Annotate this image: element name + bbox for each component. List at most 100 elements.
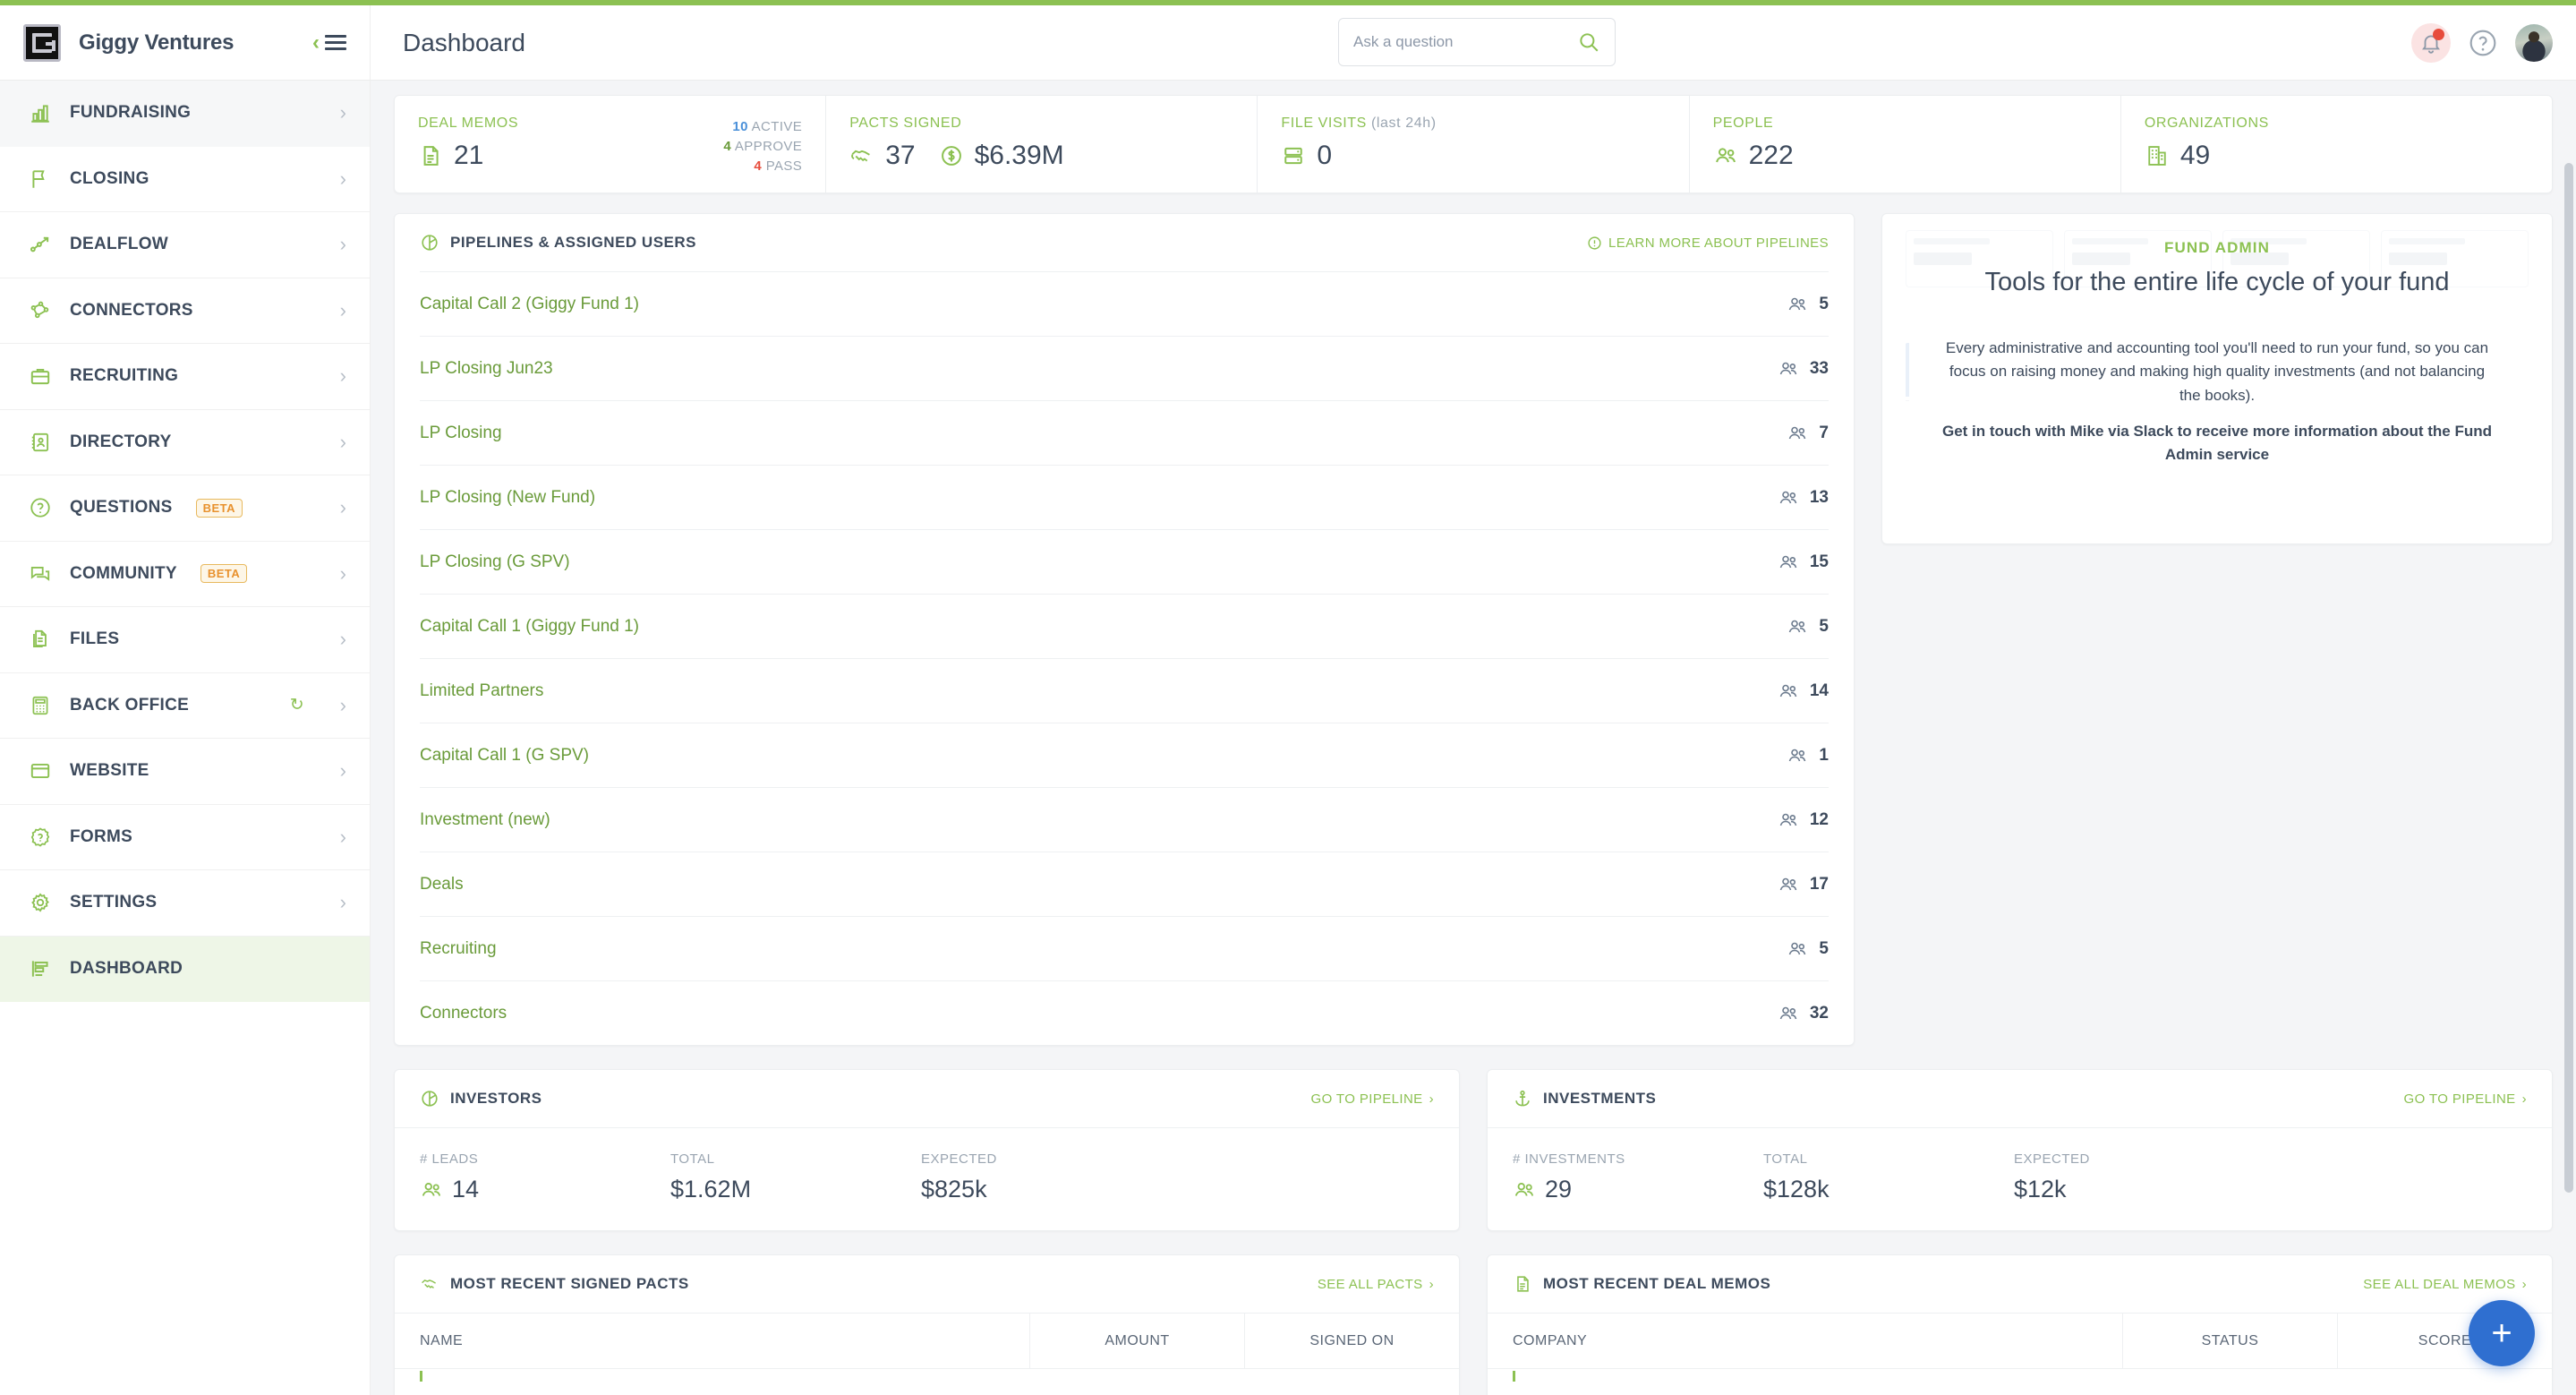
pipeline-name[interactable]: Capital Call 1 (Giggy Fund 1) <box>420 617 639 637</box>
pipeline-row[interactable]: Connectors 32 <box>420 980 1829 1045</box>
pipeline-name[interactable]: LP Closing Jun23 <box>420 359 553 379</box>
promo-paragraph: Every administrative and accounting tool… <box>1945 339 2489 404</box>
sidebar-item-connectors[interactable]: CONNECTORS › <box>0 278 370 344</box>
sidebar-item-settings[interactable]: SETTINGS › <box>0 870 370 937</box>
pipeline-row[interactable]: LP Closing (G SPV) 15 <box>420 529 1829 594</box>
chevron-right-icon: › <box>2521 1276 2527 1292</box>
metric-value: $128k <box>1763 1176 1830 1202</box>
people-icon <box>1789 620 1806 632</box>
network-icon <box>27 297 54 324</box>
investments-go-to-pipeline-link[interactable]: GO TO PIPELINE › <box>2404 1091 2528 1107</box>
metric-value: $825k <box>921 1176 987 1202</box>
promo-heading: Tools for the entire life cycle of your … <box>1984 268 2450 296</box>
pipeline-name[interactable]: Capital Call 2 (Giggy Fund 1) <box>420 295 639 314</box>
sidebar-item-dealflow[interactable]: DEALFLOW › <box>0 212 370 278</box>
fund-admin-promo-card: FUND ADMIN Tools for the entire life cyc… <box>1881 213 2553 544</box>
stat-value: 37 <box>885 141 916 170</box>
form-badge-icon <box>27 824 54 851</box>
search-box[interactable] <box>1338 18 1616 66</box>
sidebar-collapse-button[interactable]: ‹ <box>312 31 346 54</box>
page-scrollbar[interactable] <box>2562 161 2576 1395</box>
stat-value: 222 <box>1748 141 1794 170</box>
dashboard-page: Giggy Ventures ‹ Dashboard Ask a questio… <box>0 0 2576 1395</box>
sidebar-item-files[interactable]: FILES › <box>0 607 370 673</box>
pipeline-count-value: 7 <box>1819 423 1829 442</box>
metric-value: $1.62M <box>670 1176 752 1202</box>
promo-text-panel: Every administrative and accounting tool… <box>1909 313 2525 496</box>
stat-deal-memos: DEAL MEMOS 21 10 ACTIVE 4 APPROVE 4 PASS <box>395 96 825 193</box>
learn-more-pipelines-link[interactable]: LEARN MORE ABOUT PIPELINES <box>1587 235 1829 251</box>
pipeline-user-count: 1 <box>1787 745 1829 766</box>
pipeline-row[interactable]: LP Closing (New Fund) 13 <box>420 465 1829 529</box>
people-icon <box>1789 749 1806 761</box>
question-circle-icon[interactable] <box>2469 29 2497 57</box>
sync-icon[interactable]: ↻ <box>290 695 304 715</box>
stat-file-visits: FILE VISITS (last 24h) 0 <box>1257 96 1688 193</box>
pipeline-count-value: 15 <box>1809 552 1829 571</box>
pipeline-name[interactable]: Deals <box>420 875 464 894</box>
deal-memos-approve-label: APPROVE <box>734 138 803 154</box>
brand-name: Giggy Ventures <box>79 30 235 55</box>
sidebar-item-closing[interactable]: CLOSING › <box>0 147 370 212</box>
sidebar-item-forms[interactable]: FORMS › <box>0 805 370 870</box>
avatar[interactable] <box>2515 24 2553 62</box>
pipeline-name[interactable]: LP Closing (G SPV) <box>420 552 570 572</box>
column-header: SIGNED ON <box>1244 1314 1459 1368</box>
sidebar-item-dashboard[interactable]: DASHBOARD <box>0 936 370 1002</box>
investors-go-to-pipeline-link[interactable]: GO TO PIPELINE › <box>1311 1091 1435 1107</box>
add-button[interactable]: + <box>2469 1300 2535 1366</box>
question-circle-icon <box>27 494 54 521</box>
pipeline-row[interactable]: Deals 17 <box>420 852 1829 916</box>
investments-metric-expected: EXPECTED $12k <box>2014 1151 2265 1203</box>
recent-memos-table-header: COMPANY STATUS SCORE <box>1488 1313 2552 1368</box>
people-icon <box>1514 1182 1534 1196</box>
sidebar-item-recruiting[interactable]: RECRUITING › <box>0 344 370 410</box>
sidebar-item-website[interactable]: WEBSITE › <box>0 739 370 805</box>
pipeline-name[interactable]: LP Closing (New Fund) <box>420 488 595 508</box>
scrollbar-thumb[interactable] <box>2564 163 2573 1193</box>
stat-organizations: ORGANIZATIONS 49 <box>2120 96 2552 193</box>
pipeline-row[interactable]: Capital Call 2 (Giggy Fund 1) 5 <box>420 271 1829 336</box>
deal-memos-active-count: 10 <box>732 119 748 134</box>
pipeline-row[interactable]: LP Closing 7 <box>420 400 1829 465</box>
pipeline-user-count: 32 <box>1778 1003 1829 1024</box>
sidebar-item-label: DEALFLOW <box>70 235 169 254</box>
pipeline-row[interactable]: Recruiting 5 <box>420 916 1829 980</box>
sidebar-item-back-office[interactable]: BACK OFFICE ↻ › <box>0 673 370 739</box>
deal-memos-pass-label: PASS <box>765 158 803 174</box>
deal-memos-approve-count: 4 <box>723 138 732 154</box>
pipeline-name[interactable]: Limited Partners <box>420 681 543 701</box>
dollar-circle-icon <box>941 146 961 166</box>
pipeline-name[interactable]: Capital Call 1 (G SPV) <box>420 746 589 766</box>
pipeline-row[interactable]: Capital Call 1 (G SPV) 1 <box>420 723 1829 787</box>
pipeline-name[interactable]: Connectors <box>420 1004 507 1023</box>
pipeline-name[interactable]: LP Closing <box>420 424 502 443</box>
stats-bar: DEAL MEMOS 21 10 ACTIVE 4 APPROVE 4 PASS… <box>394 95 2553 193</box>
see-all-pacts-link[interactable]: SEE ALL PACTS › <box>1318 1277 1434 1292</box>
people-icon <box>1779 555 1797 568</box>
pipeline-row[interactable]: LP Closing Jun23 33 <box>420 336 1829 400</box>
sidebar-item-questions[interactable]: QUESTIONS BETA › <box>0 475 370 542</box>
sidebar-item-community[interactable]: COMMUNITY BETA › <box>0 542 370 607</box>
learn-more-label: LEARN MORE ABOUT PIPELINES <box>1608 235 1829 251</box>
chevron-right-icon: › <box>339 825 346 848</box>
notifications-button[interactable] <box>2411 23 2451 63</box>
pipeline-row[interactable]: Limited Partners 14 <box>420 658 1829 723</box>
pipeline-name[interactable]: Recruiting <box>420 939 497 959</box>
sidebar-item-fundraising[interactable]: FUNDRAISING › <box>0 81 370 147</box>
pipeline-name[interactable]: Investment (new) <box>420 810 550 830</box>
pipeline-row[interactable]: Capital Call 1 (Giggy Fund 1) 5 <box>420 594 1829 658</box>
beta-badge: BETA <box>195 498 243 518</box>
search-input[interactable] <box>1353 33 1577 51</box>
sidebar-item-directory[interactable]: DIRECTORY › <box>0 410 370 475</box>
pipeline-row[interactable]: Investment (new) 12 <box>420 787 1829 852</box>
briefcase-icon <box>27 363 54 389</box>
sidebar-item-label: CONNECTORS <box>70 300 193 320</box>
stat-label: PEOPLE <box>1712 116 1774 131</box>
table-row[interactable] <box>1488 1368 2552 1382</box>
recent-pacts-title-text: MOST RECENT SIGNED PACTS <box>450 1275 689 1292</box>
sidebar-item-label: QUESTIONS <box>70 498 173 518</box>
investors-title-text: INVESTORS <box>450 1090 542 1107</box>
see-all-deal-memos-link[interactable]: SEE ALL DEAL MEMOS › <box>2363 1277 2527 1292</box>
table-row[interactable] <box>395 1368 1459 1382</box>
